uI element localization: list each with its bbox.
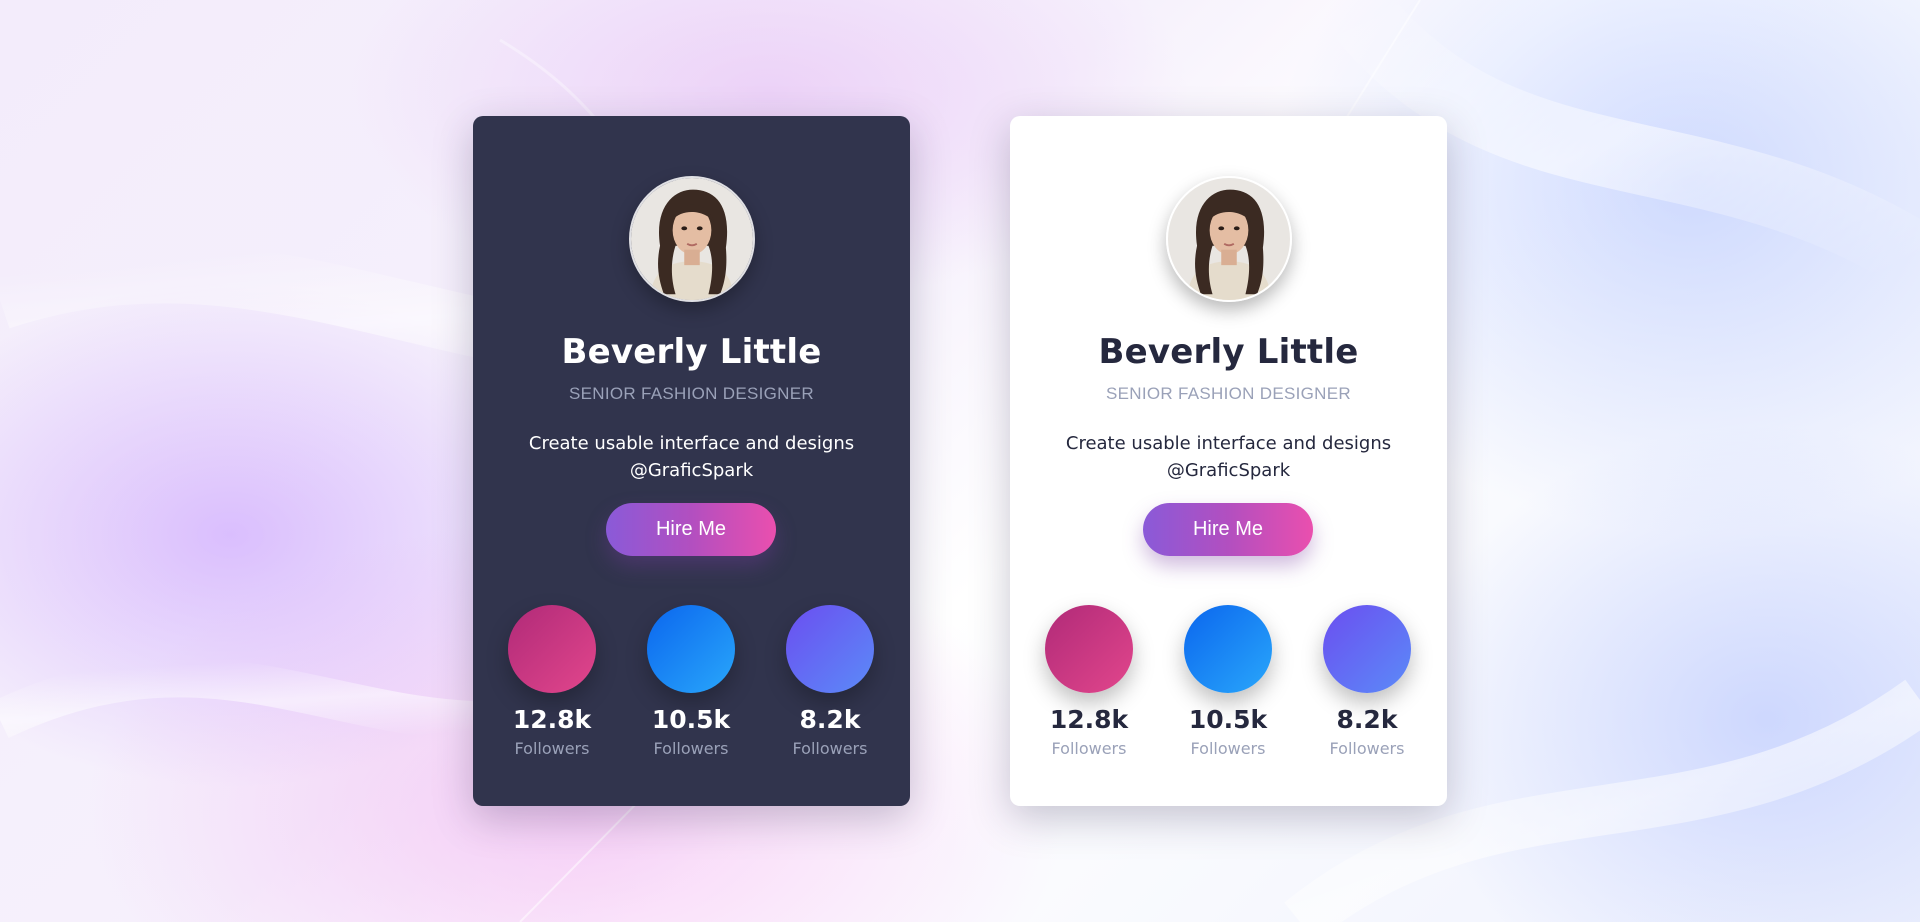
stat-count: 12.8k xyxy=(1049,705,1129,734)
stat-label: Followers xyxy=(1329,739,1405,758)
profile-role: SENIOR FASHION DESIGNER xyxy=(569,384,814,403)
purple-circle-icon[interactable] xyxy=(1323,605,1411,693)
hire-me-button[interactable]: Hire Me xyxy=(1143,503,1313,556)
avatar xyxy=(629,176,755,302)
background-swirl xyxy=(0,0,1920,922)
profile-card-dark: Beverly Little SENIOR FASHION DESIGNER C… xyxy=(473,116,910,806)
stat-count: 10.5k xyxy=(651,705,731,734)
stat-label: Followers xyxy=(1190,739,1266,758)
pink-circle-icon[interactable] xyxy=(508,605,596,693)
stat-item: 8.2k Followers xyxy=(770,605,890,758)
stat-label: Followers xyxy=(514,739,590,758)
avatar-portrait-icon xyxy=(1168,178,1290,300)
stat-item: 12.8k Followers xyxy=(1029,605,1149,758)
stat-count: 10.5k xyxy=(1188,705,1268,734)
stat-count: 12.8k xyxy=(512,705,592,734)
stat-item: 8.2k Followers xyxy=(1307,605,1427,758)
avatar xyxy=(1166,176,1292,302)
stat-item: 10.5k Followers xyxy=(631,605,751,758)
profile-bio: Create usable interface and designs @Gra… xyxy=(528,433,855,481)
pink-circle-icon[interactable] xyxy=(1045,605,1133,693)
stat-count: 8.2k xyxy=(1336,705,1398,734)
stat-count: 8.2k xyxy=(799,705,861,734)
blue-circle-icon[interactable] xyxy=(1184,605,1272,693)
purple-circle-icon[interactable] xyxy=(786,605,874,693)
profile-role: SENIOR FASHION DESIGNER xyxy=(1106,384,1351,403)
profile-bio: Create usable interface and designs @Gra… xyxy=(1065,433,1392,481)
stat-label: Followers xyxy=(653,739,729,758)
stat-item: 10.5k Followers xyxy=(1168,605,1288,758)
stat-item: 12.8k Followers xyxy=(492,605,612,758)
profile-name: Beverly Little xyxy=(1098,332,1359,372)
profile-card-light: Beverly Little SENIOR FASHION DESIGNER C… xyxy=(1010,116,1447,806)
profile-name: Beverly Little xyxy=(561,332,822,372)
blue-circle-icon[interactable] xyxy=(647,605,735,693)
stat-label: Followers xyxy=(792,739,868,758)
hire-me-button[interactable]: Hire Me xyxy=(606,503,776,556)
stat-label: Followers xyxy=(1051,739,1127,758)
avatar-portrait-icon xyxy=(631,178,753,300)
